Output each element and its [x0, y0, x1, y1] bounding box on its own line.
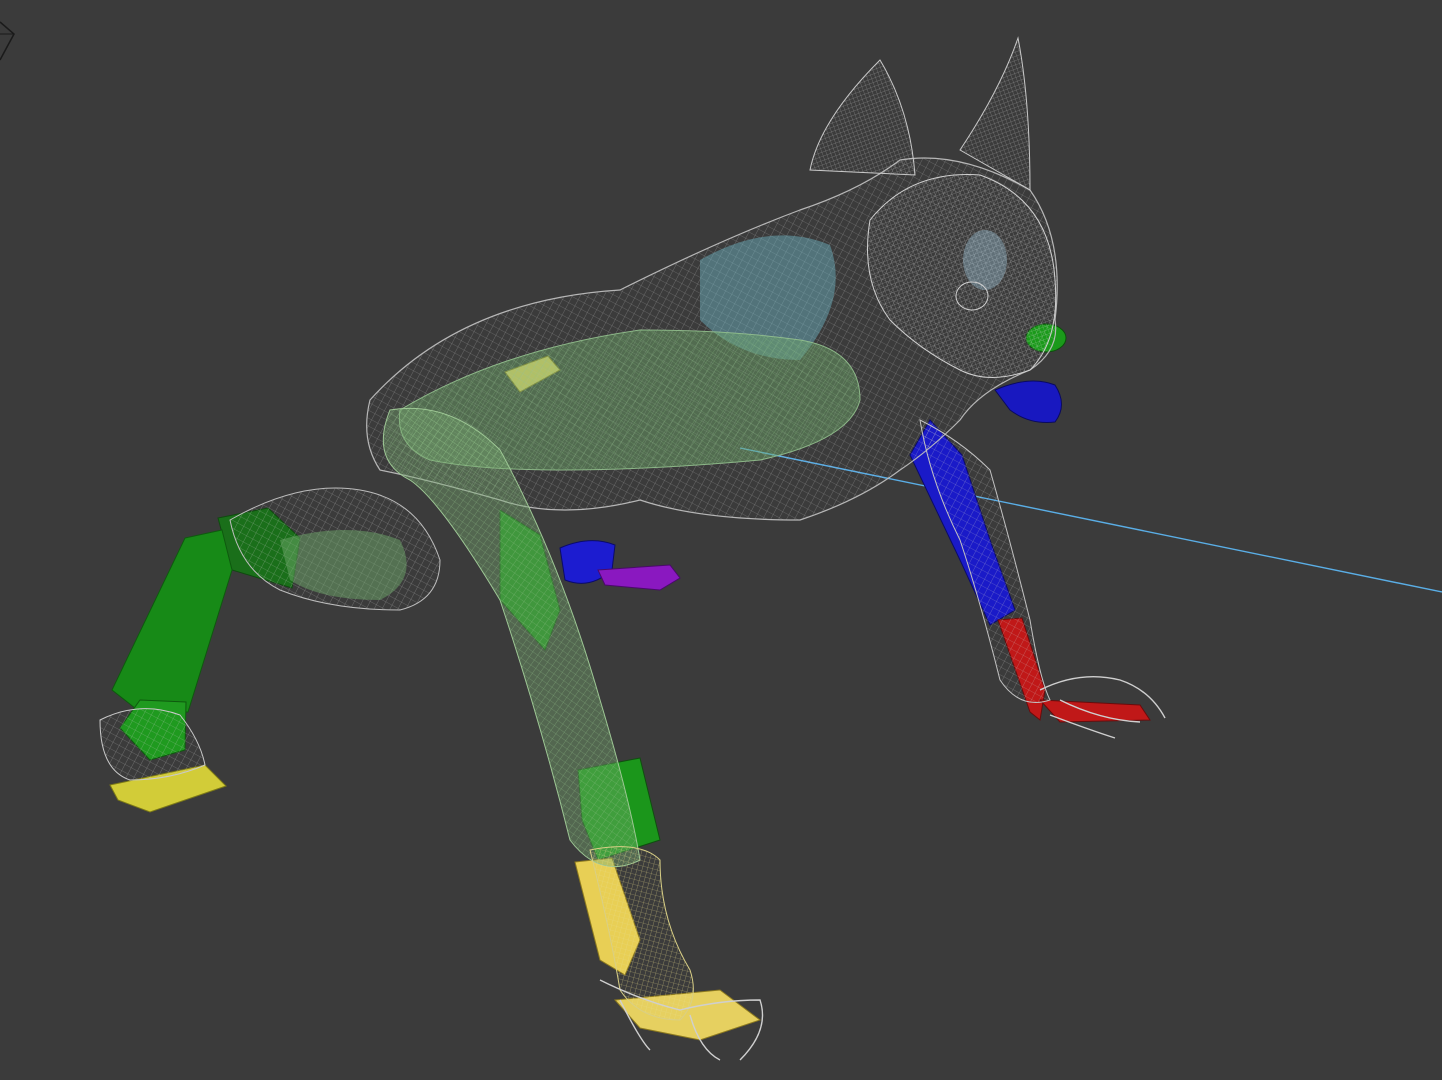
- viewport-scene[interactable]: [0, 0, 1442, 1080]
- character-mesh[interactable]: [99, 36, 1166, 1061]
- 3d-viewport[interactable]: [0, 0, 1442, 1080]
- view-cube-icon[interactable]: [0, 21, 15, 61]
